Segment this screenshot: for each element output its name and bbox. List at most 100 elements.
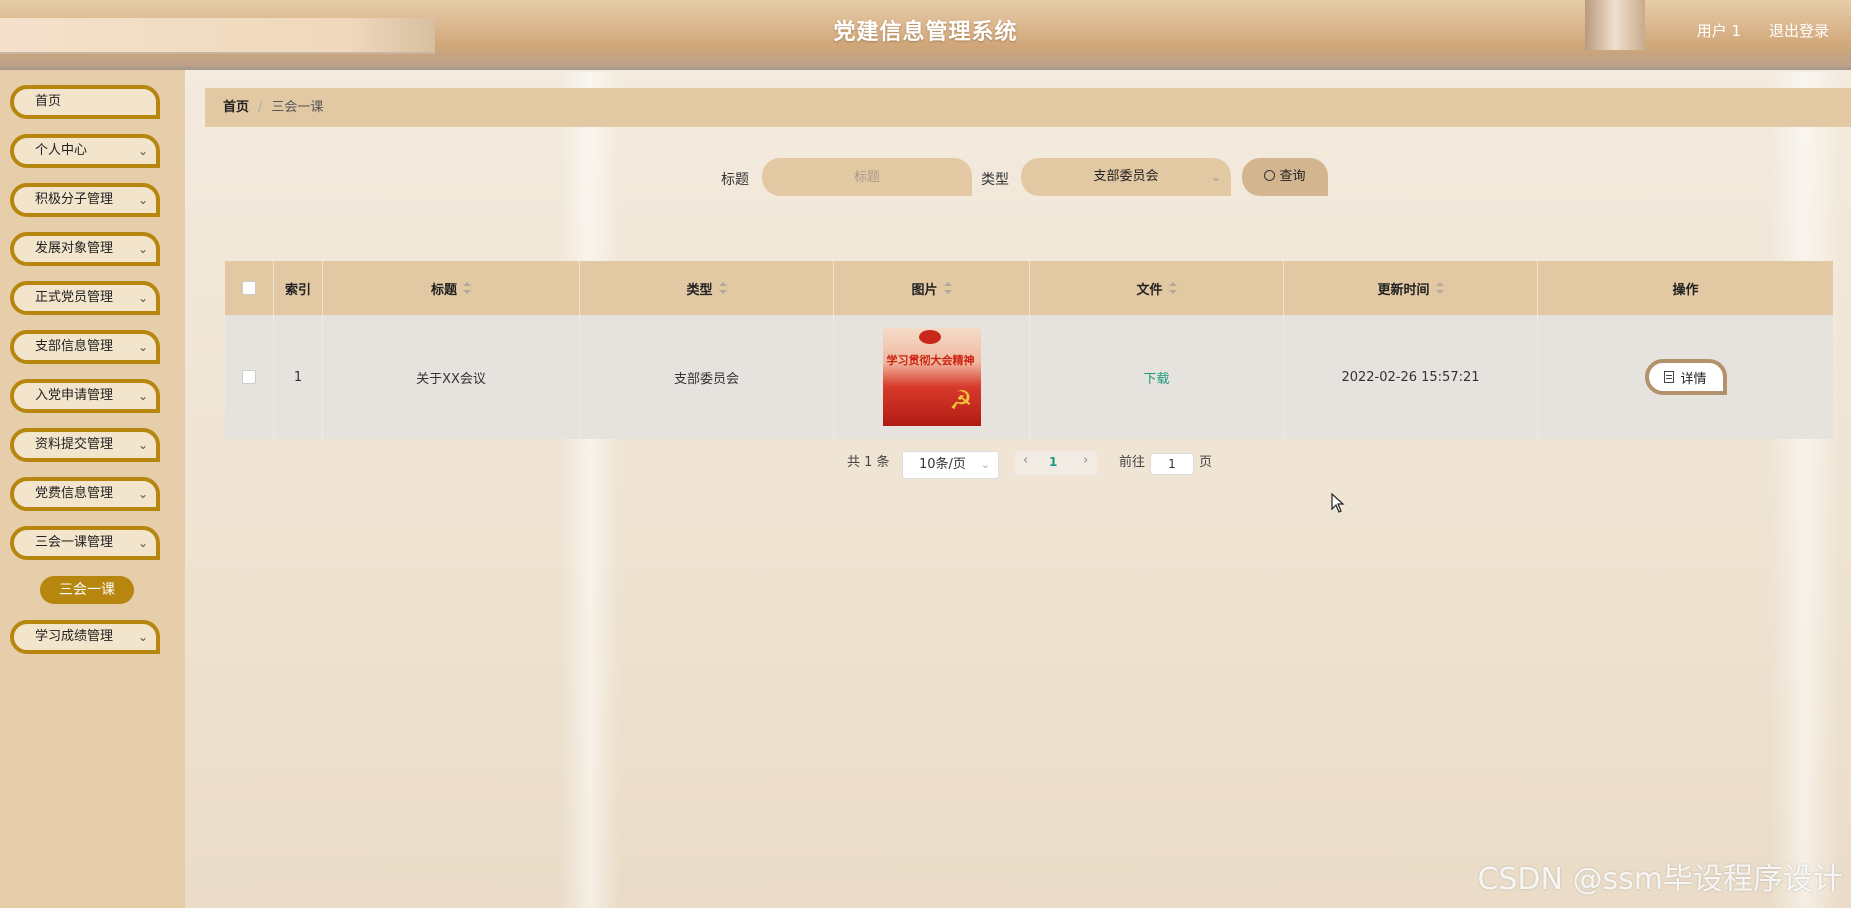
detail-button[interactable]: 详情 [1644, 359, 1727, 395]
header-cell-title[interactable]: 标题 [323, 261, 580, 315]
sidebar-item-label: 入党申请管理 [35, 388, 114, 403]
title-search-input[interactable] [762, 158, 972, 196]
sidebar-item-label: 党费信息管理 [35, 486, 114, 501]
header-image: 图片 [911, 282, 938, 298]
row-updated: 2022-02-26 15:57:21 [1341, 369, 1480, 385]
sort-icon[interactable] [943, 282, 952, 294]
pagination-total: 共 1 条 [847, 455, 890, 470]
page-size-value: 10条/页 [919, 457, 966, 472]
chevron-down-icon: ⌄ [980, 458, 990, 471]
sidebar-item-activists[interactable]: 积极分子管理 ⌄ [10, 183, 160, 217]
chevron-down-icon: ⌄ [137, 144, 148, 158]
chevron-down-icon: ⌄ [137, 340, 148, 354]
header-cell-index: 索引 [274, 261, 323, 315]
page-size-select[interactable]: 10条/页 ⌄ [902, 451, 999, 479]
sidebar-item-label: 正式党员管理 [35, 290, 114, 305]
header-cell-file[interactable]: 文件 [1030, 261, 1284, 315]
header-cell-updated[interactable]: 更新时间 [1284, 261, 1538, 315]
document-icon [1664, 371, 1675, 383]
download-link[interactable]: 下载 [1143, 368, 1169, 387]
header-type: 类型 [686, 282, 713, 298]
sidebar-item-meetings[interactable]: 三会一课管理 ⌄ [10, 526, 160, 560]
row-index: 1 [293, 369, 303, 385]
sidebar-item-label: 个人中心 [35, 143, 88, 158]
party-emblem-icon [918, 330, 941, 344]
header-cell-type[interactable]: 类型 [580, 261, 834, 315]
prev-page-button[interactable]: ‹ [1023, 453, 1028, 468]
row-cell-file: 下载 [1030, 315, 1284, 439]
sort-icon[interactable] [463, 282, 471, 294]
sidebar-item-label: 学习成绩管理 [35, 629, 114, 644]
chevron-down-icon: ⌄ [137, 630, 148, 644]
sidebar-item-label: 首页 [35, 94, 62, 109]
header-actions: 操作 [1672, 282, 1699, 298]
search-button-label: 查询 [1279, 169, 1306, 184]
chevron-down-icon: ⌄ [137, 291, 148, 305]
detail-button-label: 详情 [1680, 371, 1707, 387]
next-page-button[interactable]: › [1083, 453, 1088, 468]
type-select[interactable]: 支部委员会 ⌄ [1021, 158, 1231, 196]
sidebar-item-label: 三会一课管理 [35, 535, 114, 550]
sidebar-item-development[interactable]: 发展对象管理 ⌄ [10, 232, 160, 266]
watermark: CSDN @ssm毕设程序设计 [1477, 862, 1843, 897]
thumbnail-caption: 学习贯彻大会精神 [886, 354, 975, 367]
row-cell-title: 关于XX会议 [323, 315, 580, 439]
sidebar-item-label: 发展对象管理 [35, 241, 114, 256]
chevron-down-icon: ⌄ [137, 487, 148, 501]
sidebar-item-applications[interactable]: 入党申请管理 ⌄ [10, 379, 160, 413]
sidebar-item-study-scores[interactable]: 学习成绩管理 ⌄ [10, 620, 160, 654]
breadcrumb-home[interactable]: 首页 [223, 100, 249, 115]
background-pillar [560, 72, 620, 908]
row-cell-index: 1 [274, 315, 323, 439]
table-header: 索引 标题 类型 图片 文件 更新时间 操作 [225, 261, 1833, 315]
sort-icon[interactable] [1168, 282, 1177, 294]
pager: ‹ 1 › [1015, 451, 1097, 475]
header-file: 文件 [1136, 282, 1163, 298]
hammer-sickle-icon: ☭ [949, 386, 973, 416]
header-cell-checkbox [225, 261, 274, 315]
breadcrumb-separator: / [258, 100, 263, 115]
top-header: 党建信息管理系统 用户 1 退出登录 [0, 0, 1851, 70]
table-row: 1 关于XX会议 支部委员会 学习贯彻大会精神 ☭ 下载 2022-02-26 … [225, 315, 1833, 439]
header-updated: 更新时间 [1377, 282, 1430, 298]
submenu-item-meetings[interactable]: 三会一课 [40, 576, 134, 604]
header-index: 索引 [284, 282, 311, 298]
chevron-down-icon: ⌄ [137, 193, 148, 207]
row-cell-type: 支部委员会 [580, 315, 834, 439]
type-select-value: 支部委员会 [1093, 169, 1159, 184]
sort-icon[interactable] [1435, 282, 1444, 294]
breadcrumb: 首页 / 三会一课 [205, 88, 1851, 127]
chevron-down-icon: ⌄ [137, 438, 148, 452]
row-checkbox[interactable] [242, 370, 256, 384]
sidebar-item-branch-info[interactable]: 支部信息管理 ⌄ [10, 330, 160, 364]
goto-page-input[interactable]: 1 [1150, 453, 1194, 475]
sidebar-item-home[interactable]: 首页 [10, 85, 160, 119]
sidebar-item-personal-center[interactable]: 个人中心 ⌄ [10, 134, 160, 168]
row-cell-checkbox [225, 315, 274, 439]
page-number[interactable]: 1 [1049, 455, 1057, 469]
header-cell-image[interactable]: 图片 [834, 261, 1030, 315]
row-thumbnail[interactable]: 学习贯彻大会精神 ☭ [882, 328, 981, 426]
chevron-down-icon: ⌄ [1210, 170, 1221, 184]
header-cell-actions: 操作 [1538, 261, 1833, 315]
sort-icon[interactable] [718, 282, 727, 294]
chevron-down-icon: ⌄ [137, 242, 148, 256]
chevron-down-icon: ⌄ [137, 536, 148, 550]
background-pillar [1770, 72, 1840, 908]
row-type: 支部委员会 [673, 371, 739, 387]
sidebar-item-label: 积极分子管理 [35, 192, 114, 207]
row-title: 关于XX会议 [416, 371, 486, 387]
user-name[interactable]: 用户 1 [1697, 20, 1741, 41]
search-button[interactable]: 查询 [1242, 158, 1328, 196]
logout-link[interactable]: 退出登录 [1769, 20, 1829, 41]
header-title: 标题 [430, 282, 457, 298]
chevron-down-icon: ⌄ [137, 389, 148, 403]
sidebar-item-dues[interactable]: 党费信息管理 ⌄ [10, 477, 160, 511]
row-cell-updated: 2022-02-26 15:57:21 [1284, 315, 1538, 439]
title-search-label: 标题 [721, 172, 749, 188]
select-all-checkbox[interactable] [242, 281, 256, 295]
sidebar-item-members[interactable]: 正式党员管理 ⌄ [10, 281, 160, 315]
breadcrumb-current: 三会一课 [271, 100, 324, 115]
sidebar: 首页 个人中心 ⌄ 积极分子管理 ⌄ 发展对象管理 ⌄ 正式党员管理 ⌄ 支部信… [0, 70, 185, 908]
sidebar-item-documents[interactable]: 资料提交管理 ⌄ [10, 428, 160, 462]
